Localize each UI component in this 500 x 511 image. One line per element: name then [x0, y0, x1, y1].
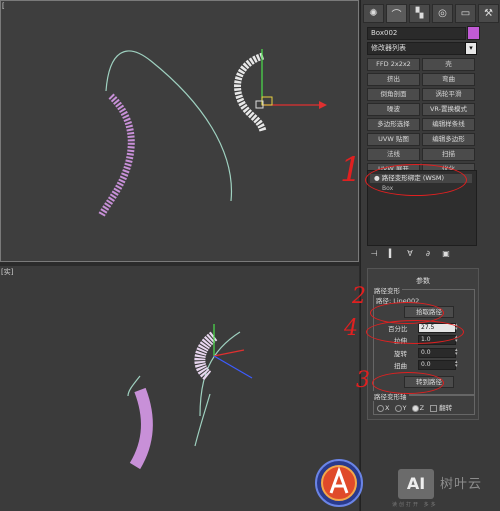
hierarchy-icon: ▚: [415, 8, 424, 19]
radio-z[interactable]: [411, 404, 419, 412]
spline-path-curve: [194, 393, 211, 447]
modifier-button[interactable]: 倒角剖面: [367, 88, 420, 101]
axis-options: X Y Z 翻转: [374, 402, 452, 412]
tab-display[interactable]: ▭: [455, 4, 476, 23]
viewport-perspective[interactable]: [实]: [0, 266, 359, 511]
object-color-swatch[interactable]: [467, 26, 480, 40]
modifier-button[interactable]: UVW 贴图: [367, 133, 420, 146]
flip-label: 翻转: [439, 404, 453, 412]
twist-label: 扭曲: [394, 362, 407, 370]
annotation-number-1: 1: [340, 150, 362, 190]
annotation-number-2: 2: [352, 284, 366, 309]
viewport-bottom-canvas: [127, 324, 253, 470]
watermark-sub: 读创打开 多多: [392, 502, 438, 508]
gizmo-y-axis: [213, 355, 253, 379]
twist-spinner[interactable]: 0.0: [418, 360, 456, 370]
radio-y-label: Y: [402, 404, 407, 412]
modifier-button[interactable]: 壳: [422, 58, 475, 71]
modifier-button[interactable]: FFD 2x2x2: [367, 58, 420, 71]
path-deform-axis-group: 路径变形轴 X Y Z 翻转: [372, 391, 475, 415]
pin-stack-icon[interactable]: ⊣: [369, 249, 379, 259]
object-name-field[interactable]: Box002: [367, 27, 466, 40]
tab-utilities[interactable]: ⚒: [478, 4, 499, 23]
chevron-down-icon[interactable]: ▾: [465, 42, 477, 55]
remove-modifier-icon[interactable]: ∂: [423, 249, 433, 259]
modifier-list-dropdown[interactable]: 修改器列表: [367, 42, 468, 55]
modifier-button[interactable]: 编辑多边形: [422, 133, 475, 146]
annotation-circle-3: [372, 372, 444, 394]
tab-modify[interactable]: ⌒: [386, 4, 407, 23]
annotation-number-4: 4: [344, 316, 358, 341]
rotation-label: 旋转: [394, 350, 407, 358]
viewport-top[interactable]: [: [0, 0, 359, 262]
rotation-spinner[interactable]: 0.0: [418, 348, 456, 358]
make-unique-icon[interactable]: ∀: [405, 249, 415, 259]
curve-icon: ⌒: [391, 10, 402, 21]
radio-x[interactable]: [377, 404, 384, 412]
parameters-rollout: 参数 路径变形 路径: Line002 拾取路径 百分比 27.5 ▴ ▾ 拉伸 …: [367, 268, 479, 420]
modifier-button[interactable]: 法线: [367, 148, 420, 161]
annotation-number-3: 3: [356, 368, 370, 393]
modifier-button[interactable]: 编辑样条线: [422, 118, 475, 131]
gizmo-x-arrow: [319, 101, 327, 109]
tab-create[interactable]: ✺: [363, 4, 384, 23]
box-object-pink: [129, 387, 153, 470]
modifier-button[interactable]: 噪波: [367, 103, 420, 116]
flip-checkbox[interactable]: [430, 404, 438, 412]
command-panel: ✺ ⌒ ▚ ◎ ▭ ⚒ Box002 修改器列表 ▾ FFD 2x2x2 壳 挤…: [360, 0, 500, 511]
box-object-right: [234, 52, 267, 133]
group-title: 路径变形: [372, 285, 402, 295]
spline-path-curve: [199, 331, 241, 417]
radio-z-label: Z: [419, 404, 425, 412]
viewport-top-canvas: [97, 49, 327, 218]
modifier-button[interactable]: 弯曲: [422, 73, 475, 86]
radio-x-label: X: [385, 404, 390, 412]
modifier-buttons: FFD 2x2x2 壳 挤出 弯曲 倒角剖面 涡轮平滑 噪波 VR-置换模式 多…: [367, 58, 475, 176]
configure-sets-icon[interactable]: ▣: [441, 249, 451, 259]
spinner-arrows-icon[interactable]: ▴ ▾: [455, 360, 460, 369]
spinner-arrows-icon[interactable]: ▴ ▾: [455, 348, 460, 357]
stack-toolbar: ⊣ ▍ ∀ ∂ ▣: [369, 249, 451, 259]
motion-icon: ◎: [438, 8, 447, 19]
annotation-circle-1: [365, 164, 467, 196]
watermark-logo: AI: [398, 469, 434, 499]
panel-tabbar: ✺ ⌒ ▚ ◎ ▭ ⚒: [363, 4, 499, 23]
modifier-button[interactable]: 挤出: [367, 73, 420, 86]
annotation-circle-4: [366, 320, 464, 344]
radio-y[interactable]: [394, 404, 402, 412]
autodesk-logo: [315, 459, 363, 507]
tab-motion[interactable]: ◎: [432, 4, 453, 23]
tab-hierarchy[interactable]: ▚: [409, 4, 430, 23]
modifier-button[interactable]: 涡轮平滑: [422, 88, 475, 101]
show-end-result-icon[interactable]: ▍: [387, 249, 397, 259]
modifier-button[interactable]: 扫描: [422, 148, 475, 161]
modifier-button[interactable]: VR-置换模式: [422, 103, 475, 116]
display-icon: ▭: [460, 8, 471, 19]
box-object-left: [97, 93, 135, 218]
hammer-icon: ⚒: [484, 8, 493, 19]
modifier-button[interactable]: 多边形选择: [367, 118, 420, 131]
watermark-text: 树叶云: [440, 477, 483, 492]
watermark: AI 树叶云 读创打开 多多: [392, 469, 498, 508]
sun-icon: ✺: [369, 8, 378, 19]
